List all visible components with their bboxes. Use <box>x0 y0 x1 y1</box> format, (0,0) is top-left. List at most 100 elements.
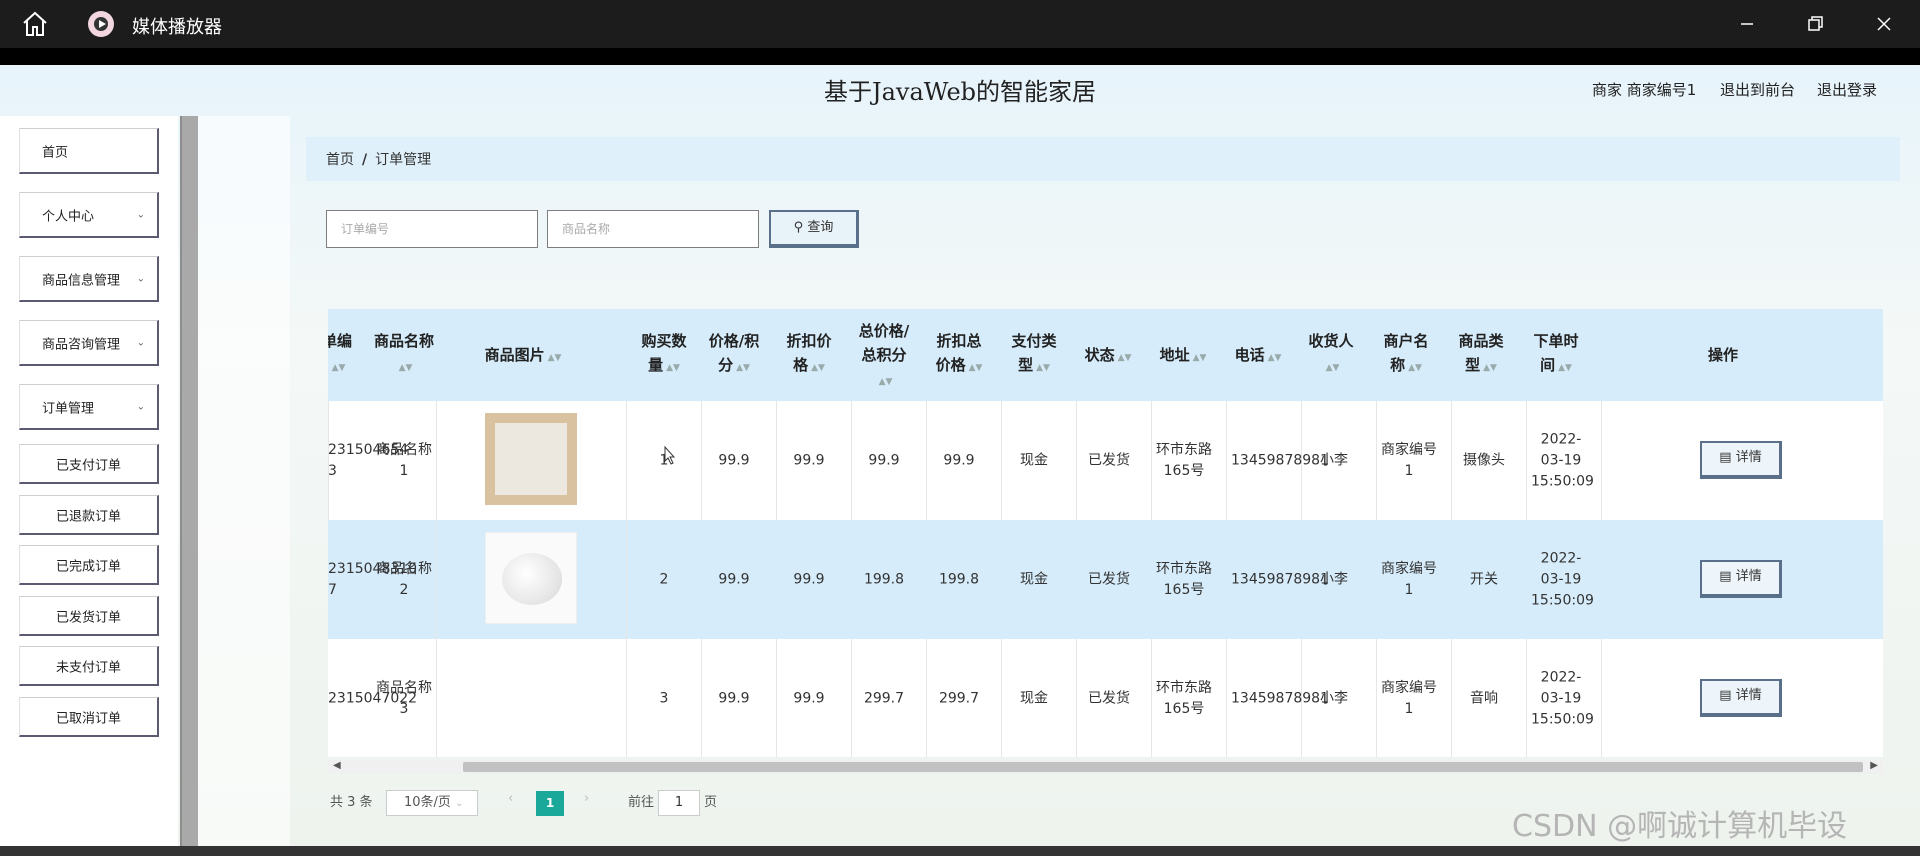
scroll-right-icon[interactable]: ▶ <box>1870 760 1878 771</box>
detail-button[interactable]: ▤ 详情 <box>1700 679 1782 717</box>
breadcrumb-current: 订单管理 <box>375 152 432 168</box>
goods-name-input[interactable]: 商品名称 <box>547 210 759 248</box>
header-merchant[interactable]: 商户名称 ▲▼ <box>1378 329 1434 380</box>
cell-total: 99.9 <box>868 452 900 468</box>
goods-image[interactable] <box>485 413 577 505</box>
cell-price: 99.9 <box>718 571 750 587</box>
sidebar-subitem-label: 已取消订单 <box>55 711 121 726</box>
sidebar-subitem-cancelled[interactable]: 已取消订单 <box>19 697 159 737</box>
cell-category: 开关 <box>1470 571 1498 587</box>
cell-receiver: 小李 <box>1320 452 1348 468</box>
sidebar-item-label: 首页 <box>42 145 69 160</box>
sidebar-subitem-label: 已发货订单 <box>55 610 121 625</box>
search-button-label: 查询 <box>807 220 834 235</box>
goto-page-input[interactable]: 1 <box>658 790 700 816</box>
window-divider <box>0 48 1920 65</box>
header-receiver[interactable]: 收货人 ▲▼ <box>1303 329 1359 380</box>
header-action: 操作 <box>1707 346 1738 364</box>
sidebar-subitem-paid[interactable]: 已支付订单 <box>19 444 159 484</box>
document-icon: ▤ <box>1719 569 1732 584</box>
detail-button[interactable]: ▤ 详情 <box>1700 441 1782 479</box>
orders-table: 单编 ▲▼ 商品名称▲▼ 商品图片 ▲▼ 购买数量 ▲▼ 价格/积分 ▲▼ 折扣价格 ▲▼… <box>328 309 1883 757</box>
header-order-time[interactable]: 下单时间 ▲▼ <box>1528 329 1584 380</box>
sidebar-item-goods-consult[interactable]: 商品咨询管理 ⌄ <box>19 320 159 366</box>
table-horizontal-scrollbar[interactable]: ◀ ▶ <box>328 760 1883 774</box>
home-icon[interactable] <box>20 10 50 38</box>
pagination-total: 共 3 条 <box>330 795 373 810</box>
header-total[interactable]: 总价格/总积分▲▼ <box>856 319 912 394</box>
prev-page-icon[interactable]: ‹ <box>508 791 513 806</box>
sidebar-item-order-management[interactable]: 订单管理 ⌄ <box>19 384 159 430</box>
sidebar-subitem-completed[interactable]: 已完成订单 <box>19 545 159 585</box>
scrollbar-thumb[interactable] <box>463 762 1863 772</box>
mouse-cursor-icon <box>664 446 676 465</box>
cell-price: 99.9 <box>718 452 750 468</box>
sidebar-item-goods-info[interactable]: 商品信息管理 ⌄ <box>19 256 159 302</box>
goods-image[interactable] <box>485 532 577 624</box>
sort-icon: ▲▼ <box>1192 353 1207 363</box>
cell-discount-price: 99.9 <box>793 571 825 587</box>
chevron-down-icon: ⌄ <box>455 798 464 809</box>
header-goods-image[interactable]: 商品图片 ▲▼ <box>458 343 588 370</box>
cell-address: 环市东路165号 <box>1156 441 1212 479</box>
restore-icon[interactable] <box>1801 10 1829 38</box>
breadcrumb-bar: 首页 / 订单管理 <box>306 137 1900 181</box>
cell-discount-price: 99.9 <box>793 690 825 706</box>
scroll-left-icon[interactable]: ◀ <box>333 760 341 771</box>
close-icon[interactable] <box>1870 10 1898 38</box>
header-discount-total[interactable]: 折扣总价格 ▲▼ <box>931 329 987 380</box>
breadcrumb-home[interactable]: 首页 <box>326 152 354 168</box>
order-number-input[interactable]: 订单编号 <box>326 210 538 248</box>
header-pay-type[interactable]: 支付类型 ▲▼ <box>1006 329 1062 380</box>
detail-button[interactable]: ▤ 详情 <box>1700 560 1782 598</box>
search-icon: ⚲ <box>793 220 804 235</box>
cell-order-no: 231504654 3 <box>328 441 409 479</box>
cell-category: 音响 <box>1470 690 1498 706</box>
sort-icon: ▲▼ <box>968 363 983 373</box>
cell-address: 环市东路165号 <box>1156 560 1212 598</box>
sidebar-subitem-unpaid[interactable]: 未支付订单 <box>19 646 159 686</box>
sort-icon: ▲▼ <box>1558 363 1572 373</box>
sidebar-item-personal-center[interactable]: 个人中心 ⌄ <box>19 192 159 238</box>
current-user: 商家 商家编号1 <box>1592 81 1697 99</box>
cell-goods-name: 商品名称2 <box>376 560 432 598</box>
sidebar-subitem-label: 已退款订单 <box>55 509 121 524</box>
sidebar-subitem-label: 已支付订单 <box>55 458 121 473</box>
header-qty[interactable]: 购买数量 ▲▼ <box>636 329 692 380</box>
header-discount-price[interactable]: 折扣价格 ▲▼ <box>781 329 837 380</box>
cell-order-no: 2315048310 7 <box>328 560 418 598</box>
document-icon: ▤ <box>1719 450 1732 465</box>
cell-status: 已发货 <box>1088 571 1130 587</box>
header-goods-name[interactable]: 商品名称▲▼ <box>372 329 436 380</box>
header-address[interactable]: 地址 ▲▼ <box>1148 343 1218 370</box>
sort-icon: ▲▼ <box>1408 363 1422 373</box>
next-page-icon[interactable]: › <box>584 791 589 806</box>
sidebar-scrollbar[interactable] <box>180 116 198 856</box>
sidebar-item-home[interactable]: 首页 <box>19 128 159 174</box>
sort-icon: ▲▼ <box>736 363 750 373</box>
header-price[interactable]: 价格/积分 ▲▼ <box>706 329 762 380</box>
sort-icon: ▲▼ <box>811 363 825 373</box>
minimize-icon[interactable] <box>1733 10 1761 38</box>
header-status[interactable]: 状态 ▲▼ <box>1073 343 1143 370</box>
goto-label: 前往 <box>628 795 655 810</box>
sidebar-subitem-shipped[interactable]: 已发货订单 <box>19 596 159 636</box>
table-row: 2315047022 商品名称3 3 99.9 99.9 299.7 299.7… <box>328 639 1883 757</box>
cell-order-time: 2022-03-19 15:50:09 <box>1531 669 1594 727</box>
sort-icon: ▲▼ <box>547 353 562 363</box>
search-button[interactable]: ⚲ 查询 <box>769 210 859 248</box>
cell-phone: 13459878981 <box>1231 452 1329 468</box>
header-category[interactable]: 商品类型 ▲▼ <box>1453 329 1509 380</box>
sort-icon: ▲▼ <box>331 363 346 373</box>
sidebar-gap <box>198 116 290 856</box>
exit-to-front-link[interactable]: 退出到前台 <box>1720 79 1795 100</box>
sidebar-subitem-refunded[interactable]: 已退款订单 <box>19 495 159 535</box>
logout-link[interactable]: 退出登录 <box>1817 79 1877 100</box>
cell-phone: 13459878981 <box>1231 571 1329 587</box>
page-number-current[interactable]: 1 <box>536 791 564 816</box>
page-size-select[interactable]: 10条/页 ⌄ <box>386 790 478 816</box>
header-phone[interactable]: 电话 ▲▼ <box>1223 343 1293 370</box>
media-player-icon <box>88 11 114 37</box>
sort-icon: ▲▼ <box>666 363 680 373</box>
header-order-no[interactable]: 单编 ▲▼ <box>328 329 352 380</box>
